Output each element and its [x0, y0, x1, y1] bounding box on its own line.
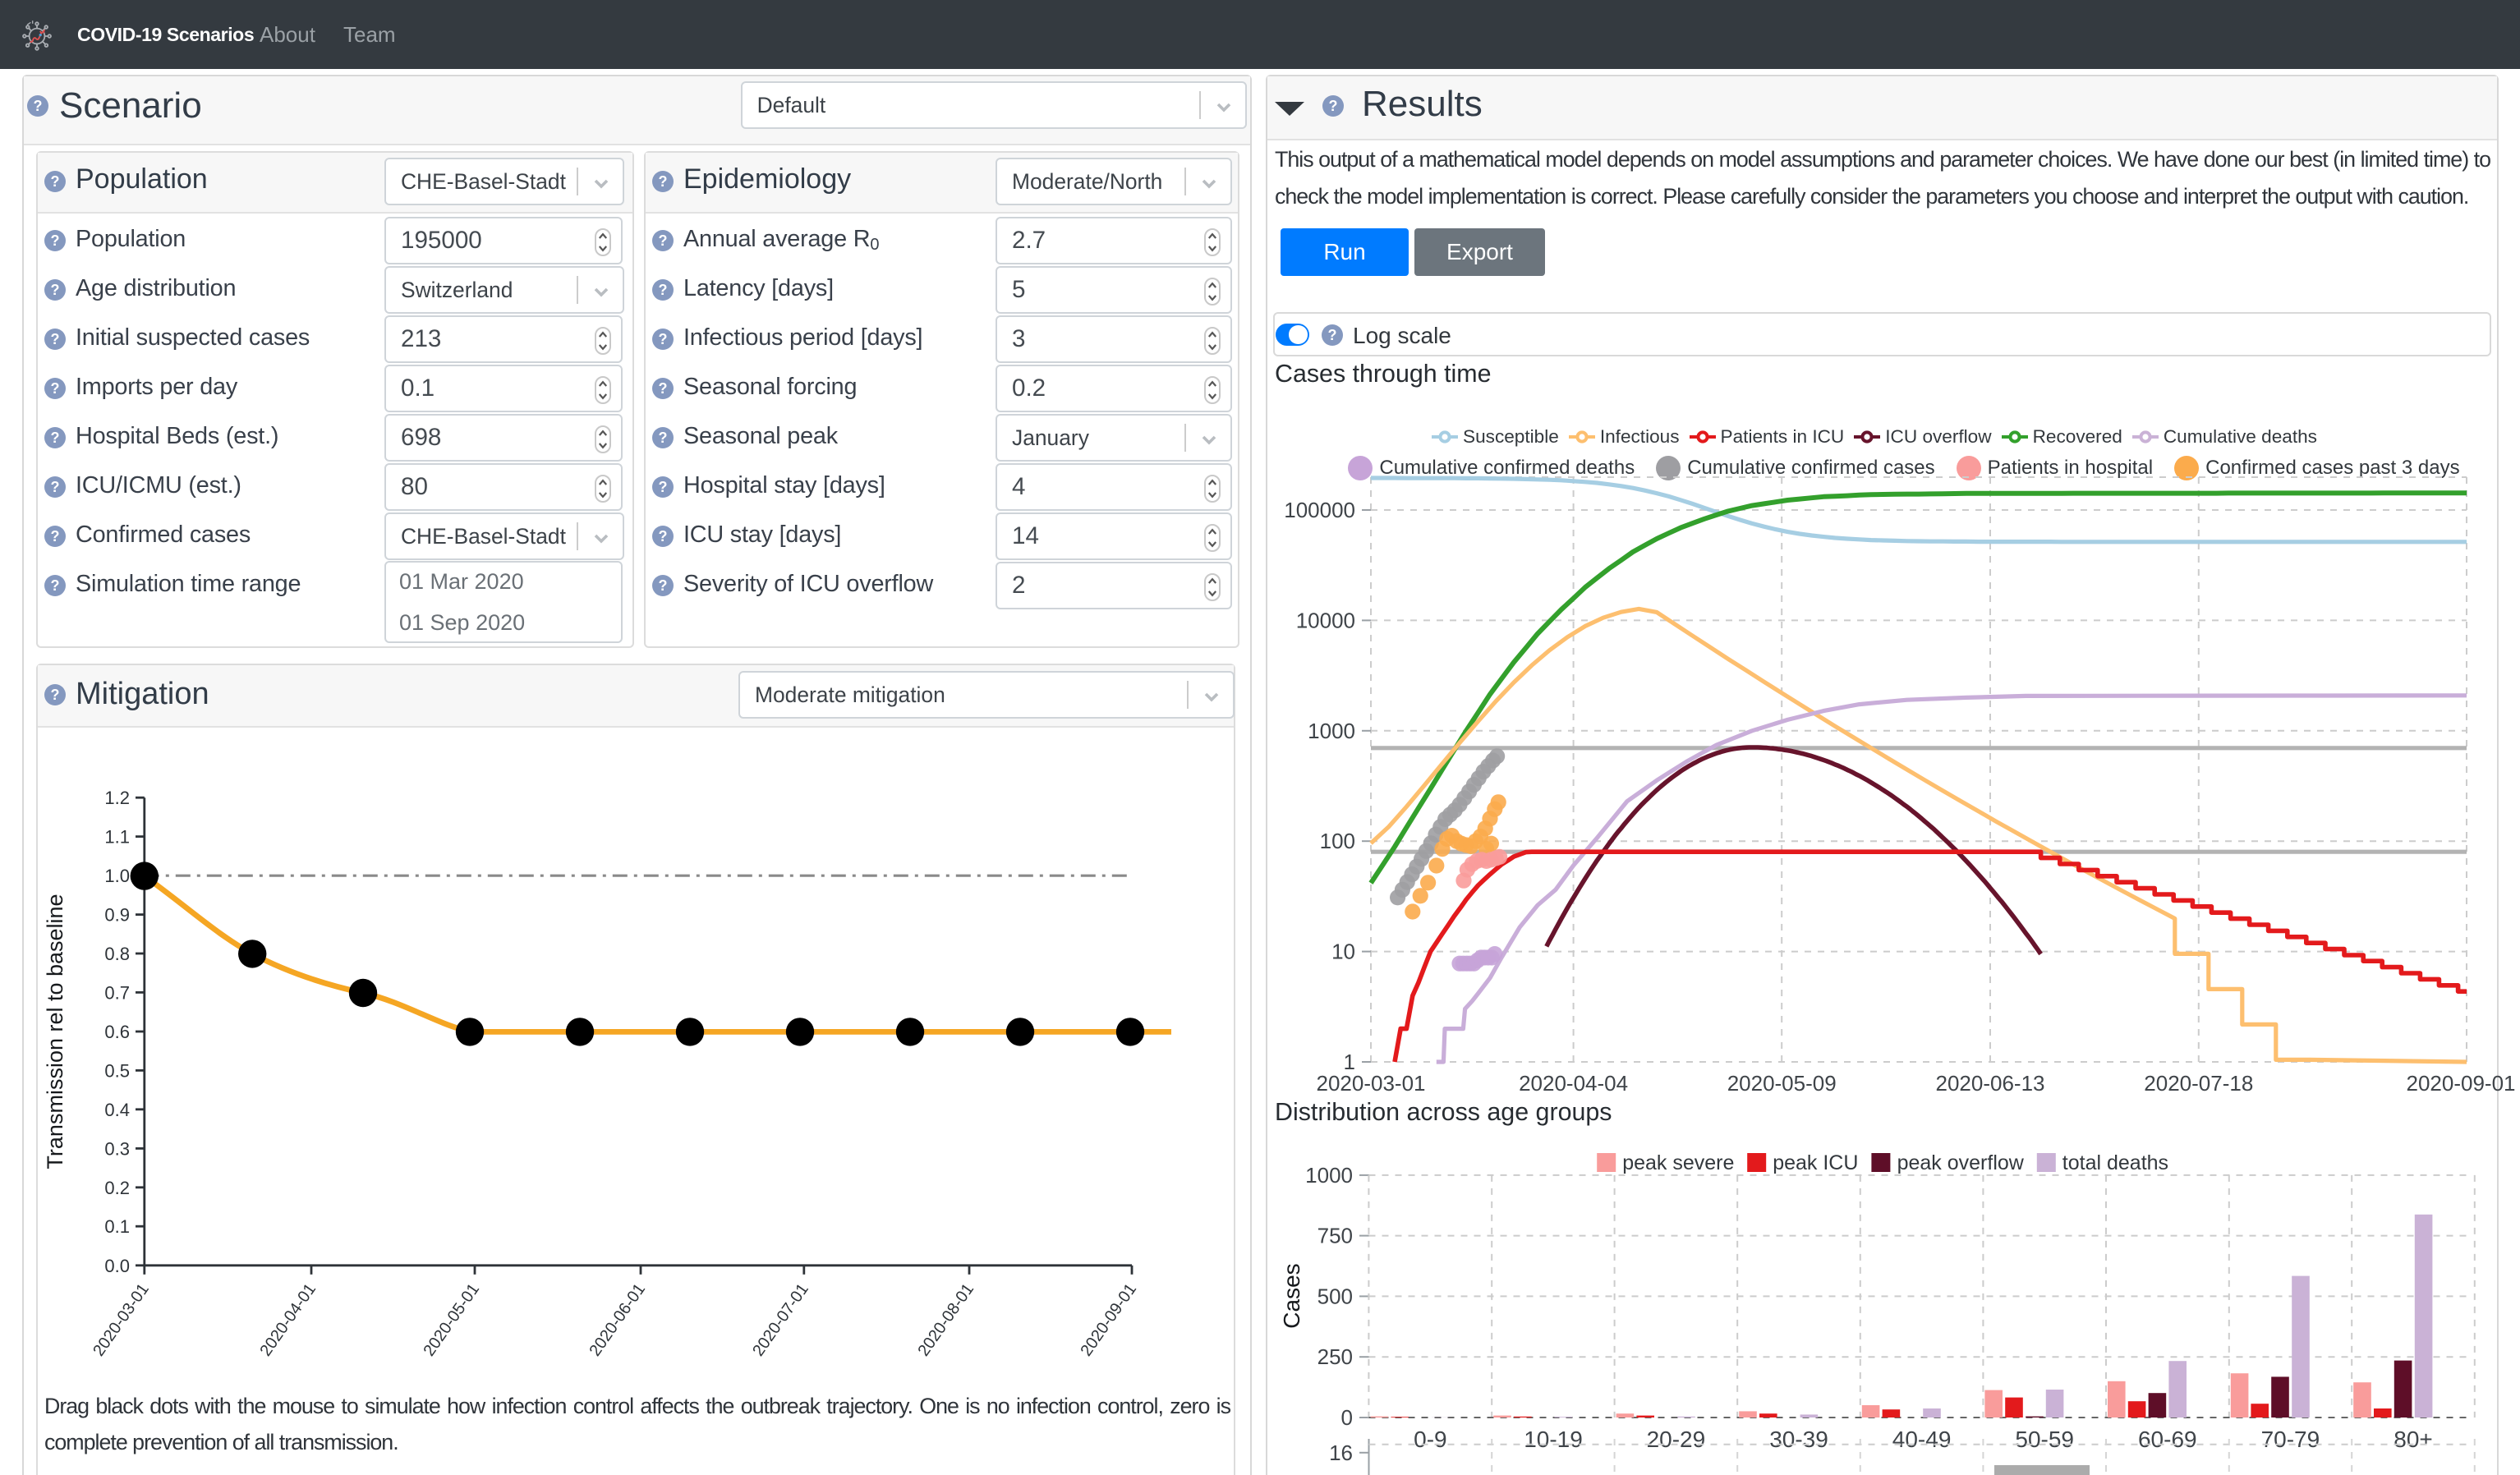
- svg-text:peak overflow: peak overflow: [1897, 1151, 2025, 1174]
- svg-text:0.2: 0.2: [104, 1178, 130, 1198]
- svg-text:0: 0: [1341, 1405, 1353, 1430]
- svg-text:1000: 1000: [1305, 1163, 1353, 1188]
- svg-text:100000: 100000: [1284, 498, 1355, 522]
- svg-text:2020-03-01: 2020-03-01: [1317, 1071, 1426, 1096]
- svg-text:0.5: 0.5: [104, 1060, 130, 1081]
- svg-text:500: 500: [1317, 1284, 1353, 1308]
- svg-text:10: 10: [1331, 940, 1355, 964]
- svg-text:0.6: 0.6: [104, 1022, 130, 1042]
- svg-text:2020-05-09: 2020-05-09: [1727, 1071, 1837, 1096]
- svg-text:1000: 1000: [1308, 719, 1355, 743]
- svg-text:peak ICU: peak ICU: [1773, 1151, 1858, 1174]
- svg-text:Cases: Cases: [1279, 1263, 1304, 1328]
- svg-text:30-39: 30-39: [1769, 1427, 1828, 1452]
- svg-text:1.1: 1.1: [104, 827, 130, 848]
- svg-text:70-79: 70-79: [2261, 1427, 2320, 1452]
- svg-text:Transmission rel to baseline: Transmission rel to baseline: [43, 894, 67, 1169]
- svg-text:100: 100: [1320, 829, 1355, 853]
- svg-text:750: 750: [1317, 1224, 1353, 1248]
- svg-text:2020-09-01: 2020-09-01: [1077, 1280, 1140, 1359]
- svg-text:20-29: 20-29: [1647, 1427, 1706, 1452]
- svg-text:2020-07-01: 2020-07-01: [749, 1280, 812, 1359]
- svg-text:1.2: 1.2: [104, 788, 130, 808]
- svg-text:2020-03-01: 2020-03-01: [90, 1280, 153, 1359]
- svg-text:1.0: 1.0: [104, 866, 130, 886]
- svg-text:2020-04-04: 2020-04-04: [1519, 1071, 1628, 1096]
- svg-text:10-19: 10-19: [1524, 1427, 1583, 1452]
- svg-text:2020-04-01: 2020-04-01: [256, 1280, 320, 1359]
- svg-text:250: 250: [1317, 1344, 1353, 1369]
- svg-text:0.0: 0.0: [104, 1256, 130, 1276]
- svg-text:0.7: 0.7: [104, 982, 130, 1003]
- svg-text:80+: 80+: [2394, 1427, 2433, 1452]
- svg-text:40-49: 40-49: [1892, 1427, 1952, 1452]
- svg-text:2020-08-01: 2020-08-01: [914, 1280, 977, 1359]
- svg-text:2020-09-01: 2020-09-01: [2407, 1071, 2516, 1096]
- svg-text:0.4: 0.4: [104, 1100, 130, 1120]
- svg-text:10000: 10000: [1296, 608, 1355, 632]
- svg-text:2020-07-18: 2020-07-18: [2144, 1071, 2253, 1096]
- svg-text:0.1: 0.1: [104, 1216, 130, 1237]
- svg-text:16: 16: [1329, 1441, 1353, 1465]
- svg-text:2020-06-01: 2020-06-01: [586, 1280, 649, 1359]
- svg-text:2020-06-13: 2020-06-13: [1936, 1071, 2045, 1096]
- svg-text:total deaths: total deaths: [2062, 1151, 2168, 1174]
- svg-text:50-59: 50-59: [2015, 1427, 2074, 1452]
- svg-text:0.8: 0.8: [104, 944, 130, 964]
- svg-text:60-69: 60-69: [2138, 1427, 2197, 1452]
- svg-text:0.9: 0.9: [104, 905, 130, 926]
- svg-text:peak severe: peak severe: [1622, 1151, 1734, 1174]
- svg-text:0-9: 0-9: [1414, 1427, 1446, 1452]
- svg-text:0.3: 0.3: [104, 1138, 130, 1159]
- svg-text:2020-05-01: 2020-05-01: [420, 1280, 483, 1359]
